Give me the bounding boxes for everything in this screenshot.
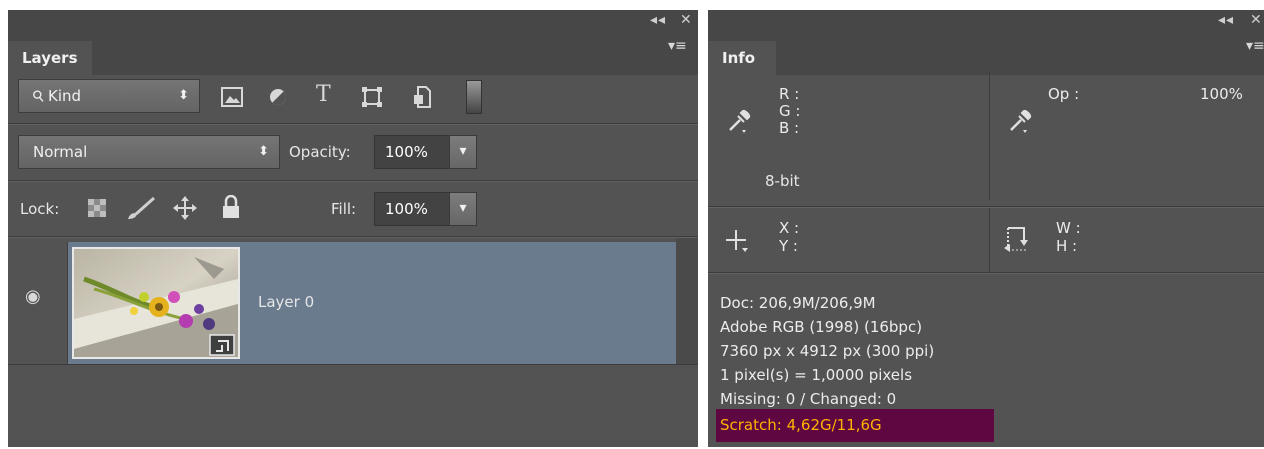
collapse-panel-icon[interactable]: ◂◂ xyxy=(650,12,666,28)
lock-image-pixels-icon[interactable] xyxy=(126,197,156,221)
info-panel-titlebar: ◂◂ ✕ xyxy=(708,10,1264,32)
opacity-stepper-button[interactable]: ▾ xyxy=(449,135,477,169)
eyedropper-icon xyxy=(729,109,751,133)
layer-row[interactable]: ◉ Layer 0 xyxy=(8,242,698,364)
g-label: G : xyxy=(779,102,801,120)
missing-changed-status: Missing: 0 / Changed: 0 xyxy=(720,390,897,408)
shape-filter-icon[interactable] xyxy=(361,86,383,108)
info-tab-bar: Info ▾≡ xyxy=(708,32,1264,75)
layer-filter-dropdown[interactable]: ⚲Kind ⬍ xyxy=(18,79,200,113)
y-label: Y : xyxy=(779,237,798,255)
smart-object-filter-icon[interactable] xyxy=(412,85,432,109)
x-label: X : xyxy=(779,219,800,237)
layers-panel-titlebar: ◂◂ ✕ xyxy=(8,10,698,32)
opacity-label: Opacity: xyxy=(289,143,351,161)
type-filter-icon[interactable]: T xyxy=(316,82,331,107)
collapse-panel-icon[interactable]: ◂◂ xyxy=(1218,12,1234,28)
eye-visibility-icon[interactable]: ◉ xyxy=(25,286,41,307)
h-label: H : xyxy=(1056,237,1078,255)
lock-transparent-pixels-icon[interactable] xyxy=(88,199,106,217)
panel-menu-icon[interactable]: ▾≡ xyxy=(1246,38,1264,54)
pixel-ratio-status: 1 pixel(s) = 1,0000 pixels xyxy=(720,366,913,384)
lock-all-icon[interactable] xyxy=(222,195,240,219)
lock-label: Lock: xyxy=(20,200,60,218)
layers-panel: ◂◂ ✕ Layers ▾≡ ⚲Kind ⬍ T Normal ⬍ Opacit… xyxy=(8,10,698,447)
filter-toggle-icon[interactable] xyxy=(466,80,482,114)
color-profile-status: Adobe RGB (1998) (16bpc) xyxy=(720,318,923,336)
layer-name[interactable]: Layer 0 xyxy=(258,293,314,311)
fill-label: Fill: xyxy=(331,200,357,218)
doc-size-status: Doc: 206,9M/206,9M xyxy=(720,294,876,312)
crosshair-icon xyxy=(726,230,748,252)
close-panel-icon[interactable]: ✕ xyxy=(1250,12,1263,28)
dimensions-status: 7360 px x 4912 px (300 ppi) xyxy=(720,342,935,360)
layers-scrollbar-track[interactable] xyxy=(676,238,698,364)
op-label: Op : xyxy=(1048,85,1080,103)
selection-size-icon xyxy=(1004,227,1028,252)
tab-layers[interactable]: Layers xyxy=(8,41,92,75)
bit-depth-label: 8-bit xyxy=(765,172,800,190)
blend-mode-dropdown[interactable]: Normal ⬍ xyxy=(18,135,280,169)
layer-thumbnail xyxy=(72,247,240,359)
dropdown-arrows-icon: ⬍ xyxy=(178,88,189,103)
tab-info[interactable]: Info xyxy=(708,41,776,75)
adjustment-filter-icon[interactable] xyxy=(268,87,288,107)
flower-photo-thumbnail-image xyxy=(74,249,238,357)
info-panel: ◂◂ ✕ Info ▾≡ R : G : B : 8-bit Op : 100%… xyxy=(708,10,1264,447)
close-panel-icon[interactable]: ✕ xyxy=(680,12,693,28)
panel-menu-icon[interactable]: ▾≡ xyxy=(668,38,687,54)
dropdown-arrows-icon: ⬍ xyxy=(258,144,269,159)
opacity-field[interactable]: 100% xyxy=(374,135,450,169)
lock-position-icon[interactable] xyxy=(173,196,197,220)
filter-kind-value: Kind xyxy=(48,87,82,105)
scratch-size-status: Scratch: 4,62G/11,6G xyxy=(716,409,994,442)
eyedropper-icon xyxy=(1010,109,1032,133)
visibility-column: ◉ xyxy=(8,242,68,364)
b-label: B : xyxy=(779,119,800,137)
fill-field[interactable]: 100% xyxy=(374,192,450,226)
r-label: R : xyxy=(779,85,800,103)
layers-tab-bar: Layers ▾≡ xyxy=(8,32,698,75)
image-filter-icon[interactable] xyxy=(221,87,243,107)
op-value: 100% xyxy=(1200,85,1243,103)
fill-stepper-button[interactable]: ▾ xyxy=(449,192,477,226)
w-label: W : xyxy=(1056,219,1081,237)
blend-mode-value: Normal xyxy=(33,143,88,161)
